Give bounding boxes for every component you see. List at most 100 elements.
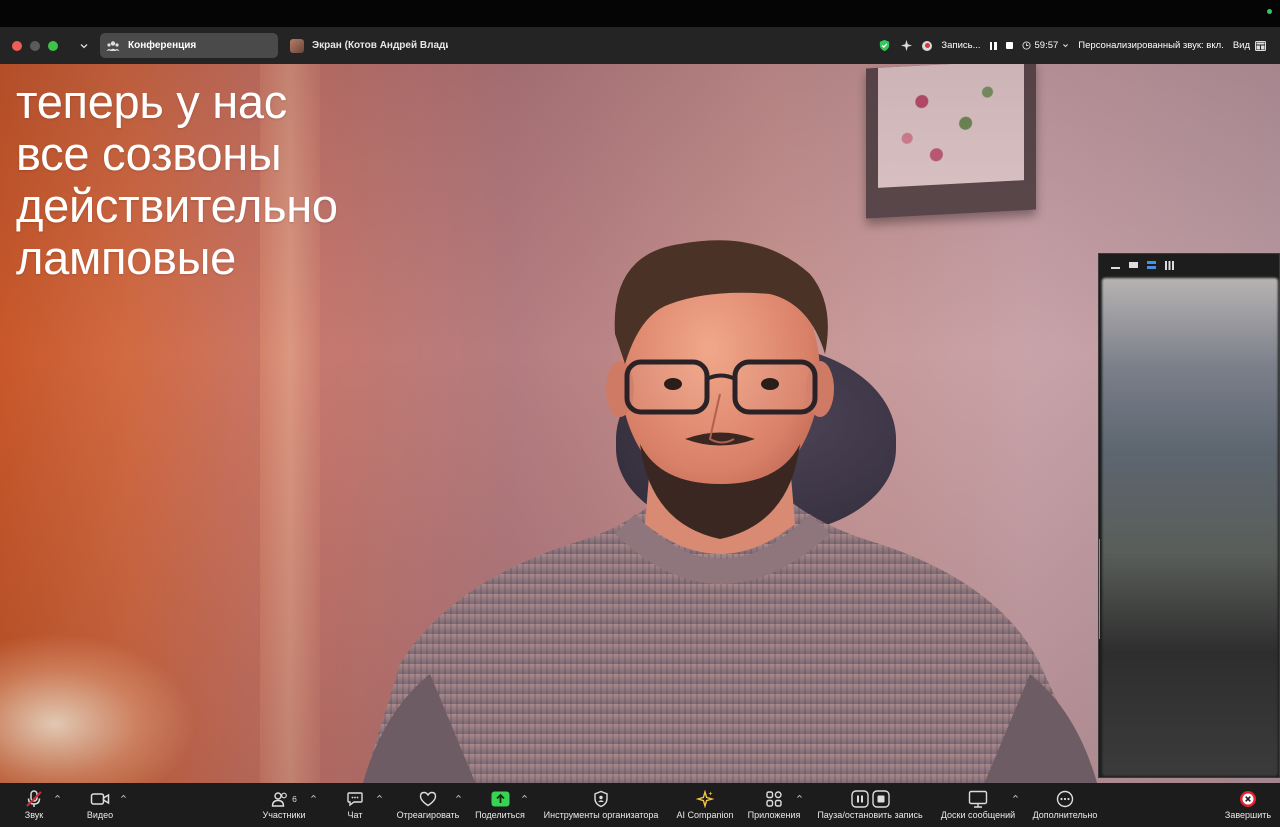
chevron-up-icon	[521, 794, 527, 798]
minimize-thumbnail-button[interactable]	[1111, 267, 1120, 269]
grid-view-button[interactable]	[1165, 260, 1174, 270]
status-indicator-dot	[1267, 9, 1272, 14]
tab-conference[interactable]: Конференция	[100, 33, 278, 58]
heart-icon	[419, 791, 437, 807]
recording-indicator	[922, 40, 933, 51]
end-meeting-label: Завершить	[1224, 810, 1272, 820]
caption-line: теперь у нас	[16, 75, 287, 128]
chevron-down-icon	[1063, 44, 1069, 48]
video-options-caret[interactable]	[119, 792, 127, 800]
meeting-status-area: Запись... 59:57 Персонализированный звук…	[878, 39, 1266, 52]
close-window-button[interactable]	[12, 40, 22, 51]
tab-conference-label: Конференция	[128, 40, 197, 51]
avatar	[290, 38, 304, 53]
whiteboards-label: Доски сообщений	[940, 810, 1016, 820]
strip-view-button[interactable]	[1147, 261, 1156, 269]
participant-thumbnail-video[interactable]	[1102, 278, 1278, 776]
view-button[interactable]: Вид	[1233, 40, 1266, 51]
recording-label[interactable]: Запись...	[941, 40, 980, 51]
participants-button[interactable]: 6 Участники	[258, 783, 310, 827]
meeting-toolbar: Звук Видео 6 Участники Чат Отреагировать…	[0, 783, 1280, 827]
more-button[interactable]: Дополнительно	[1028, 783, 1102, 827]
chat-options-caret[interactable]	[375, 792, 383, 800]
single-thumbnail-button[interactable]	[1129, 262, 1138, 268]
system-menu-bar	[0, 0, 1280, 27]
chat-icon	[347, 792, 363, 807]
pause-stop-recording-label: Пауза/остановить запись	[817, 810, 923, 820]
apps-icon	[766, 791, 782, 807]
thumbnail-view-controls	[1099, 254, 1279, 276]
video-label: Видео	[86, 810, 114, 820]
audio-options-caret[interactable]	[53, 792, 61, 800]
apps-label: Приложения	[747, 810, 801, 820]
ai-companion-button[interactable]: AI Companion	[674, 783, 736, 827]
active-speaker-indicator	[1099, 539, 1100, 639]
window-controls	[12, 40, 58, 51]
share-label: Поделиться	[475, 810, 525, 820]
personal-sound-status[interactable]: Персонализированный звук: вкл.	[1078, 40, 1224, 51]
react-options-caret[interactable]	[454, 792, 462, 800]
meeting-timer[interactable]: 59:57	[1021, 40, 1070, 51]
shield-icon[interactable]	[878, 39, 891, 52]
chevron-up-icon	[120, 794, 126, 798]
chat-label: Чат	[347, 810, 363, 820]
chevron-up-icon	[455, 794, 461, 798]
speaker-video-person	[362, 240, 1098, 783]
participants-icon	[106, 40, 120, 51]
view-label: Вид	[1232, 40, 1250, 51]
more-icon	[1056, 790, 1074, 808]
whiteboards-options-caret[interactable]	[1011, 792, 1019, 800]
thumbnail-panel[interactable]	[1098, 253, 1280, 778]
caption-line: все созвоны	[16, 127, 282, 180]
sparkle-icon[interactable]	[900, 39, 913, 52]
chevron-up-icon	[796, 794, 802, 798]
pause-icon	[850, 790, 869, 808]
host-tools-button[interactable]: Инструменты организатора	[538, 783, 664, 827]
caption-line: действительно	[16, 179, 338, 232]
participants-options-caret[interactable]	[309, 792, 317, 800]
sparkle-icon	[696, 790, 714, 808]
video-button[interactable]: Видео	[80, 783, 120, 827]
chevron-up-icon	[376, 794, 382, 798]
pause-recording-button[interactable]	[989, 41, 997, 50]
video-caption-text: теперь у нас все созвоны действительно л…	[16, 76, 338, 284]
apps-options-caret[interactable]	[795, 792, 803, 800]
participants-count: 6	[292, 794, 297, 804]
whiteboard-icon	[968, 790, 988, 808]
chevron-up-icon	[54, 794, 60, 798]
stop-icon	[871, 790, 890, 808]
minimize-window-button[interactable]	[30, 40, 40, 51]
stop-recording-button[interactable]	[1005, 42, 1013, 49]
shield-icon	[594, 790, 608, 808]
end-meeting-button[interactable]: Завершить	[1220, 783, 1276, 827]
tabs-menu-button[interactable]	[78, 40, 90, 52]
react-button[interactable]: Отреагировать	[394, 783, 462, 827]
audio-label: Звук	[24, 810, 44, 820]
share-options-caret[interactable]	[520, 792, 528, 800]
fullscreen-window-button[interactable]	[48, 40, 58, 51]
timer-value: 59:57	[1034, 40, 1059, 51]
host-tools-label: Инструменты организатора	[543, 810, 659, 820]
whiteboards-button[interactable]: Доски сообщений	[936, 783, 1020, 827]
more-label: Дополнительно	[1032, 810, 1098, 820]
chat-button[interactable]: Чат	[335, 783, 375, 827]
chevron-up-icon	[1012, 794, 1018, 798]
tab-screen-share-label: Экран (Котов Андрей Владимир	[312, 40, 448, 51]
close-icon	[1240, 791, 1256, 807]
window-titlebar: Конференция Экран (Котов Андрей Владимир…	[0, 27, 1280, 64]
main-video-area: теперь у нас все созвоны действительно л…	[0, 64, 1280, 783]
apps-button[interactable]: Приложения	[744, 783, 804, 827]
grid-view-icon	[1255, 40, 1266, 51]
tab-screen-share[interactable]: Экран (Котов Андрей Владимир	[284, 33, 454, 58]
chevron-up-icon	[310, 794, 316, 798]
share-arrow-icon	[491, 791, 509, 807]
camera-icon	[90, 793, 110, 805]
caption-line: ламповые	[16, 231, 236, 284]
participants-label: Участники	[262, 810, 306, 820]
pause-stop-recording-button[interactable]: Пауза/остановить запись	[812, 783, 928, 827]
share-button[interactable]: Поделиться	[472, 783, 528, 827]
ai-companion-label: AI Companion	[676, 810, 734, 820]
chevron-down-icon	[80, 43, 88, 48]
audio-button[interactable]: Звук	[14, 783, 54, 827]
react-label: Отреагировать	[396, 810, 460, 820]
